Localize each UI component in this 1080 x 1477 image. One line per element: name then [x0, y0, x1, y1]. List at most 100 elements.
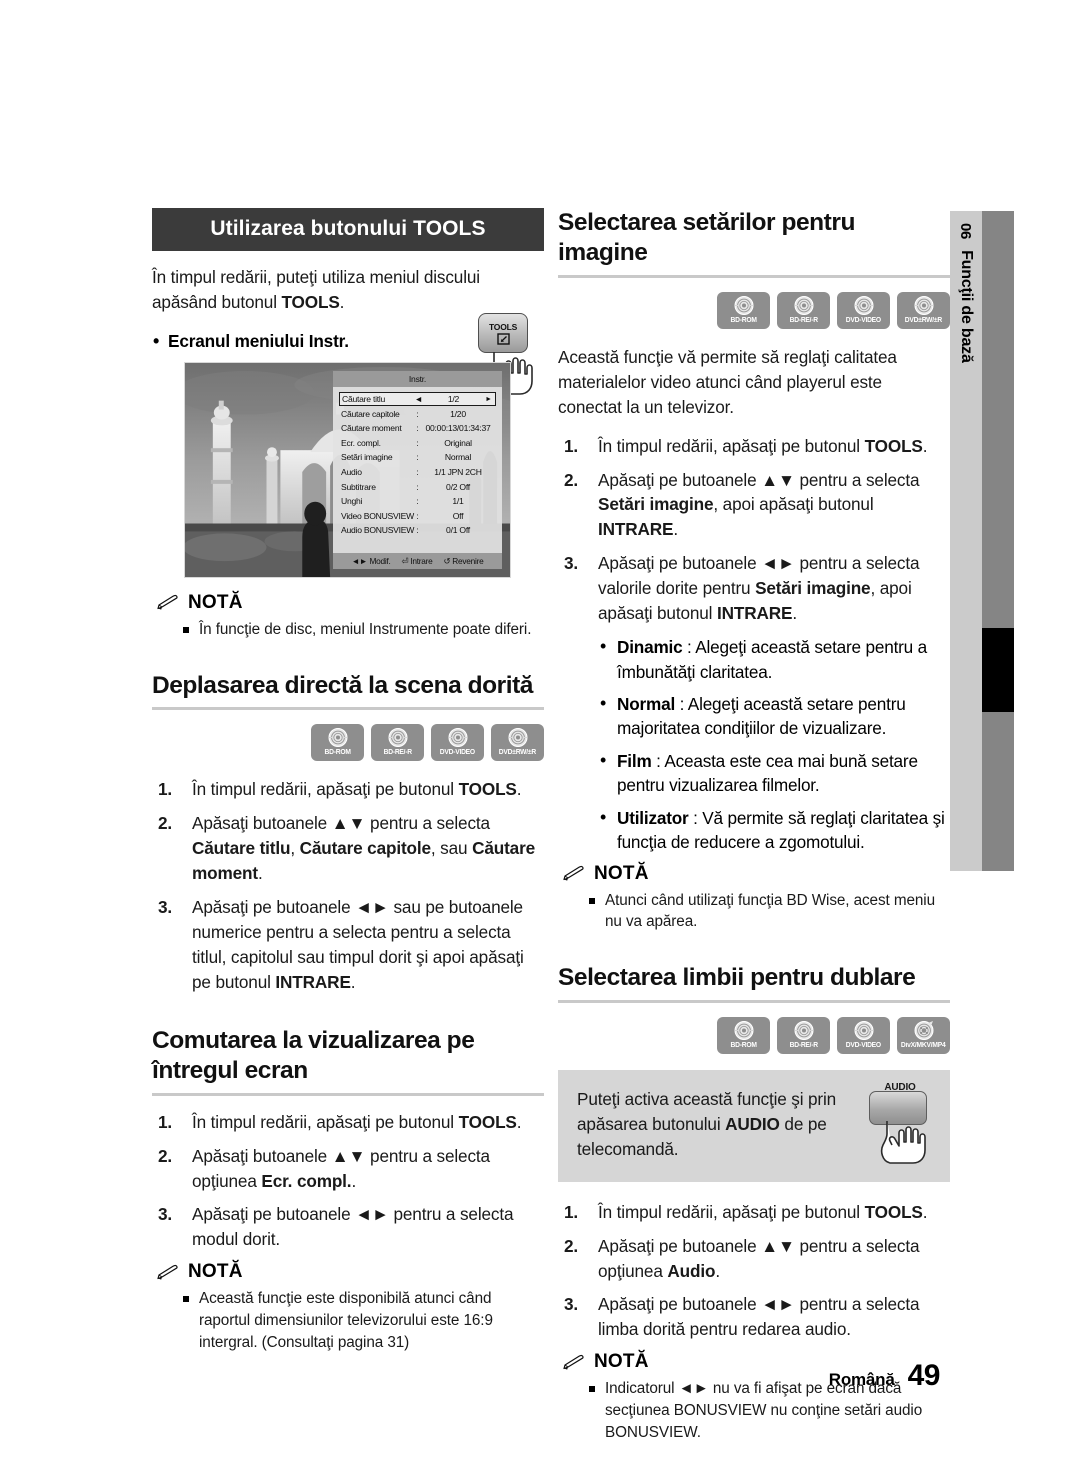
- osd-row-key: Audio: [341, 467, 362, 478]
- instruction-step: 1. În timpul redării, apăsaţi pe butonul …: [152, 1110, 544, 1135]
- disc-icon: [328, 728, 347, 748]
- disc-format-label: BD-ROM: [324, 749, 351, 757]
- nota-items: În funcţie de disc, meniul Instrumente p…: [152, 619, 544, 641]
- heading-selectarea-limbii: Selectarea limbii pentru dublare: [558, 963, 916, 991]
- disc-icons-deplasarea: BD-ROM BD-RE/-R DVD-VIDEO DVD±RW/±R: [152, 724, 544, 762]
- osd-row-key: Setări imagine: [341, 452, 393, 463]
- side-bar-gray: [982, 211, 1014, 871]
- step-number: 1.: [564, 435, 579, 456]
- disc-icon: [508, 728, 527, 748]
- steps-comutarea: 1. În timpul redării, apăsaţi pe butonul …: [152, 1110, 544, 1253]
- instruction-step: 1. În timpul redării, apăsaţi pe butonul …: [558, 1200, 950, 1225]
- page-footer: Română 49: [829, 1359, 941, 1393]
- option-name: Normal: [617, 693, 676, 714]
- osd-footer-modify: ◄► Modif.: [351, 555, 391, 566]
- disc-format-label: BD-RE/-R: [383, 749, 412, 757]
- disc-icon: [794, 295, 813, 315]
- osd-row-key: Căutare capitole: [341, 408, 400, 419]
- step-text: Apăsaţi pe butoanele ◄► sau pe butoanele…: [192, 897, 524, 992]
- osd-row-value: 0/2 Off: [446, 481, 470, 492]
- disc-icon: [734, 295, 753, 315]
- step-text: Apăsaţi pe butoanele ◄► pentru a selecta…: [598, 553, 920, 624]
- osd-row[interactable]: Căutare moment:00:00:13/01:34:37: [339, 421, 496, 436]
- disc-format-icon: BD-ROM: [311, 724, 364, 762]
- disc-icon: [854, 295, 873, 315]
- instruction-step: 2. Apăsaţi butoanele ▲▼ pentru a selecta …: [152, 811, 544, 886]
- disc-format-label: BD-ROM: [730, 1041, 757, 1049]
- osd-row[interactable]: Ecr. compl.: Original: [339, 436, 496, 451]
- osd-row[interactable]: Video BONUSVIEW: Off: [339, 509, 496, 524]
- osd-row[interactable]: Audio BONUSVIEW: 0/1 Off: [339, 523, 496, 538]
- picture-setting-option: Film : Aceasta este cea mai bună setare …: [598, 748, 950, 798]
- osd-row-selected[interactable]: Căutare titlu ◄ 1/2 ►: [339, 391, 496, 407]
- side-bar-chapter-marker: [982, 628, 1014, 712]
- disc-format-label: DVD±RW/±R: [498, 749, 537, 757]
- heading-selectarea-setarilor: Selectarea setărilor pentru imagine: [558, 209, 855, 266]
- osd-row-separator: :: [416, 423, 419, 434]
- instruction-step: 3. Apăsaţi pe butoanele ◄► sau pe butoane…: [152, 895, 544, 995]
- heading-rule: [558, 274, 950, 278]
- step-text: În timpul redării, apăsaţi pe butonul TO…: [598, 1201, 928, 1222]
- option-name: Utilizator: [617, 807, 689, 828]
- disc-icon: [388, 728, 407, 748]
- osd-row[interactable]: Subtitrare: 0/2 Off: [339, 479, 496, 494]
- steps-setari-imagine: 1. În timpul redării, apăsaţi pe butonul …: [558, 434, 950, 627]
- disc-format-icon: DVD-VIDEO: [431, 724, 484, 762]
- option-name: Film: [617, 750, 652, 771]
- nota-block-2: NOTĂ Această funcţie este disponibilă at…: [152, 1261, 544, 1353]
- nota-heading: NOTĂ: [558, 863, 950, 885]
- osd-row-separator: :: [416, 510, 419, 521]
- osd-row-separator: :: [416, 481, 419, 492]
- disc-format-icon: DVD±RW/±R: [897, 291, 950, 329]
- osd-title: Instr.: [333, 370, 502, 387]
- osd-row-key: Căutare moment: [341, 423, 402, 434]
- step-number: 3.: [564, 553, 579, 574]
- footer-page-number: 49: [907, 1359, 941, 1392]
- instruction-step: 2. Apăsaţi butoanele ▲▼ pentru a selecta …: [152, 1144, 544, 1194]
- pointing-hand-icon: [880, 1120, 926, 1164]
- disc-icons-limba-dublare: BD-ROM BD-RE/-R DVD-VIDEO DivX/MKV/MP4: [558, 1016, 950, 1054]
- instruction-step: 3. Apăsaţi pe butoanele ◄► pentru a selec…: [558, 1292, 950, 1342]
- step-text: Apăsaţi pe butoanele ▲▼ pentru a selecta…: [598, 469, 920, 540]
- chapter-number: 06: [957, 223, 975, 240]
- audio-remote-button-illustration: AUDIO: [869, 1082, 931, 1172]
- step-text: Apăsaţi pe butoanele ◄► pentru a selecta…: [598, 1294, 920, 1340]
- chapter-label: Funcţii de bază: [958, 250, 975, 363]
- step-text: Apăsaţi pe butoanele ▲▼ pentru a selecta…: [598, 1235, 920, 1281]
- osd-row-key: Video BONUSVIEW: [341, 510, 414, 521]
- step-number: 1.: [158, 779, 173, 800]
- osd-row[interactable]: Audio: 1/1 JPN 2CH: [339, 465, 496, 480]
- osd-row[interactable]: Unghi: 1/1: [339, 494, 496, 509]
- instruction-step: 1. În timpul redării, apăsaţi pe butonul …: [152, 777, 544, 802]
- disc-icon: [794, 1020, 813, 1040]
- osd-screen-bullet: Ecranul meniului Instr.: [152, 328, 544, 354]
- osd-row-value: Off: [452, 510, 464, 521]
- nota-item: Această funcţie este disponibilă atunci …: [182, 1288, 544, 1353]
- nota-label: NOTĂ: [594, 862, 649, 884]
- disc-format-icon: BD-RE/-R: [777, 291, 830, 329]
- disc-format-icon: DVD-VIDEO: [837, 291, 890, 329]
- disc-icon: [914, 295, 933, 315]
- osd-left-arrow-icon: ◄: [414, 394, 423, 405]
- disc-icon: [734, 1020, 753, 1040]
- step-text: Apăsaţi butoanele ▲▼ pentru a selecta op…: [192, 1145, 490, 1191]
- picture-setting-option: Utilizator : Vă permite să reglaţi clari…: [598, 805, 950, 855]
- osd-row[interactable]: Setări imagine: Normal: [339, 450, 496, 465]
- heading-rule: [152, 1092, 544, 1096]
- osd-footer: ◄► Modif. ⏎ Intrare ↺ Revenire: [333, 552, 502, 569]
- osd-row-value: 0/1 Off: [446, 525, 470, 536]
- disc-icon: [448, 728, 467, 748]
- step-number: 3.: [158, 897, 173, 918]
- osd-row-separator: :: [416, 467, 419, 478]
- heading-rule: [558, 999, 950, 1003]
- step-number: 2.: [564, 1235, 579, 1256]
- osd-row-value: 1/1 JPN 2CH: [434, 467, 482, 478]
- picture-setting-option: Normal : Alegeţi această setare pentru m…: [598, 691, 950, 741]
- nota-item: Atunci când utilizaţi funcţia BD Wise, a…: [588, 890, 950, 933]
- instruction-step: 2. Apăsaţi pe butoanele ▲▼ pentru a selec…: [558, 468, 950, 543]
- instruction-step: 3. Apăsaţi pe butoanele ◄► pentru a selec…: [558, 551, 950, 626]
- disc-format-label: DVD-VIDEO: [845, 316, 882, 324]
- osd-row-separator: :: [416, 496, 419, 507]
- osd-row-key: Audio BONUSVIEW: [341, 525, 415, 536]
- osd-row[interactable]: Căutare capitole: 1/20: [339, 406, 496, 421]
